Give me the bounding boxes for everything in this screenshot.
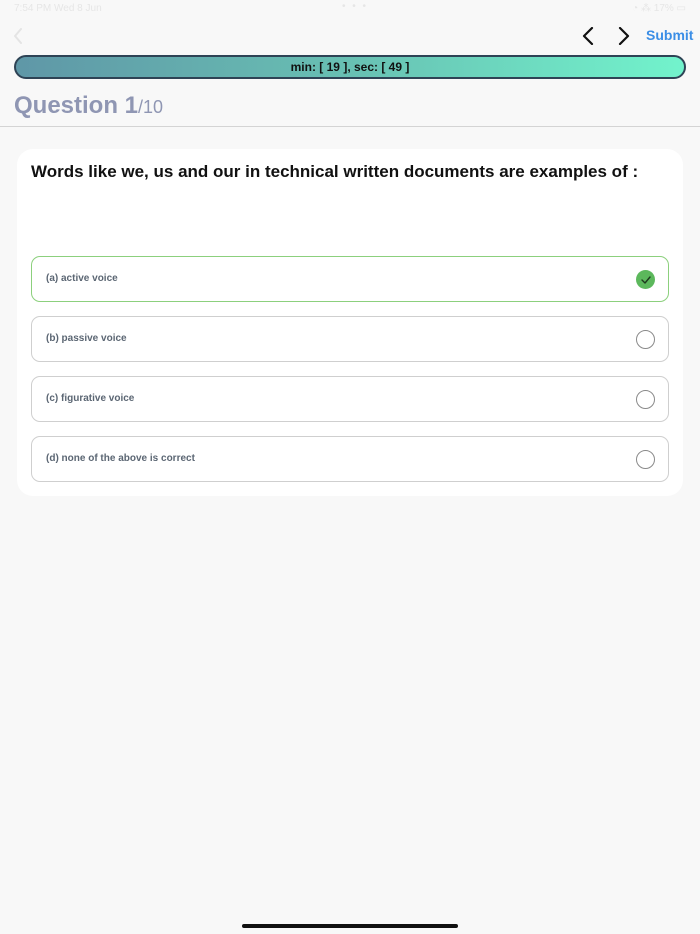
radio-icon [636,390,655,409]
status-indicators: ◔ ⁂ 17% ▭ [632,3,686,14]
next-question-icon[interactable] [613,25,635,47]
status-time: 7:54 PM Wed 8 Jun [14,3,102,14]
status-bar: 7:54 PM Wed 8 Jun • • • ◔ ⁂ 17% ▭ [0,0,700,18]
home-indicator [242,924,458,928]
multitask-dots: • • • [342,1,369,12]
option-label: (c) figurative voice [46,393,135,404]
header-divider [0,126,700,127]
radio-icon [636,450,655,469]
option-b[interactable]: (b) passive voice [31,316,669,362]
timer-bar: min: [ 19 ], sec: [ 49 ] [14,55,686,79]
question-counter: Question 1/10 [14,92,163,120]
question-total: /10 [138,97,164,117]
back-icon[interactable] [8,26,28,46]
option-c[interactable]: (c) figurative voice [31,376,669,422]
option-label: (b) passive voice [46,333,127,344]
submit-button[interactable]: Submit [646,27,693,43]
option-label: (d) none of the above is correct [46,453,195,464]
option-d[interactable]: (d) none of the above is correct [31,436,669,482]
question-text: Words like we, us and our in technical w… [31,162,639,181]
question-card: Words like we, us and our in technical w… [17,149,683,496]
question-number: Question 1 [14,92,139,119]
option-a[interactable]: (a) active voice [31,256,669,302]
radio-icon [636,330,655,349]
checkmark-icon [636,270,655,289]
timer-text: min: [ 19 ], sec: [ 49 ] [290,60,410,74]
previous-question-icon[interactable] [577,25,599,47]
option-label: (a) active voice [46,273,118,284]
